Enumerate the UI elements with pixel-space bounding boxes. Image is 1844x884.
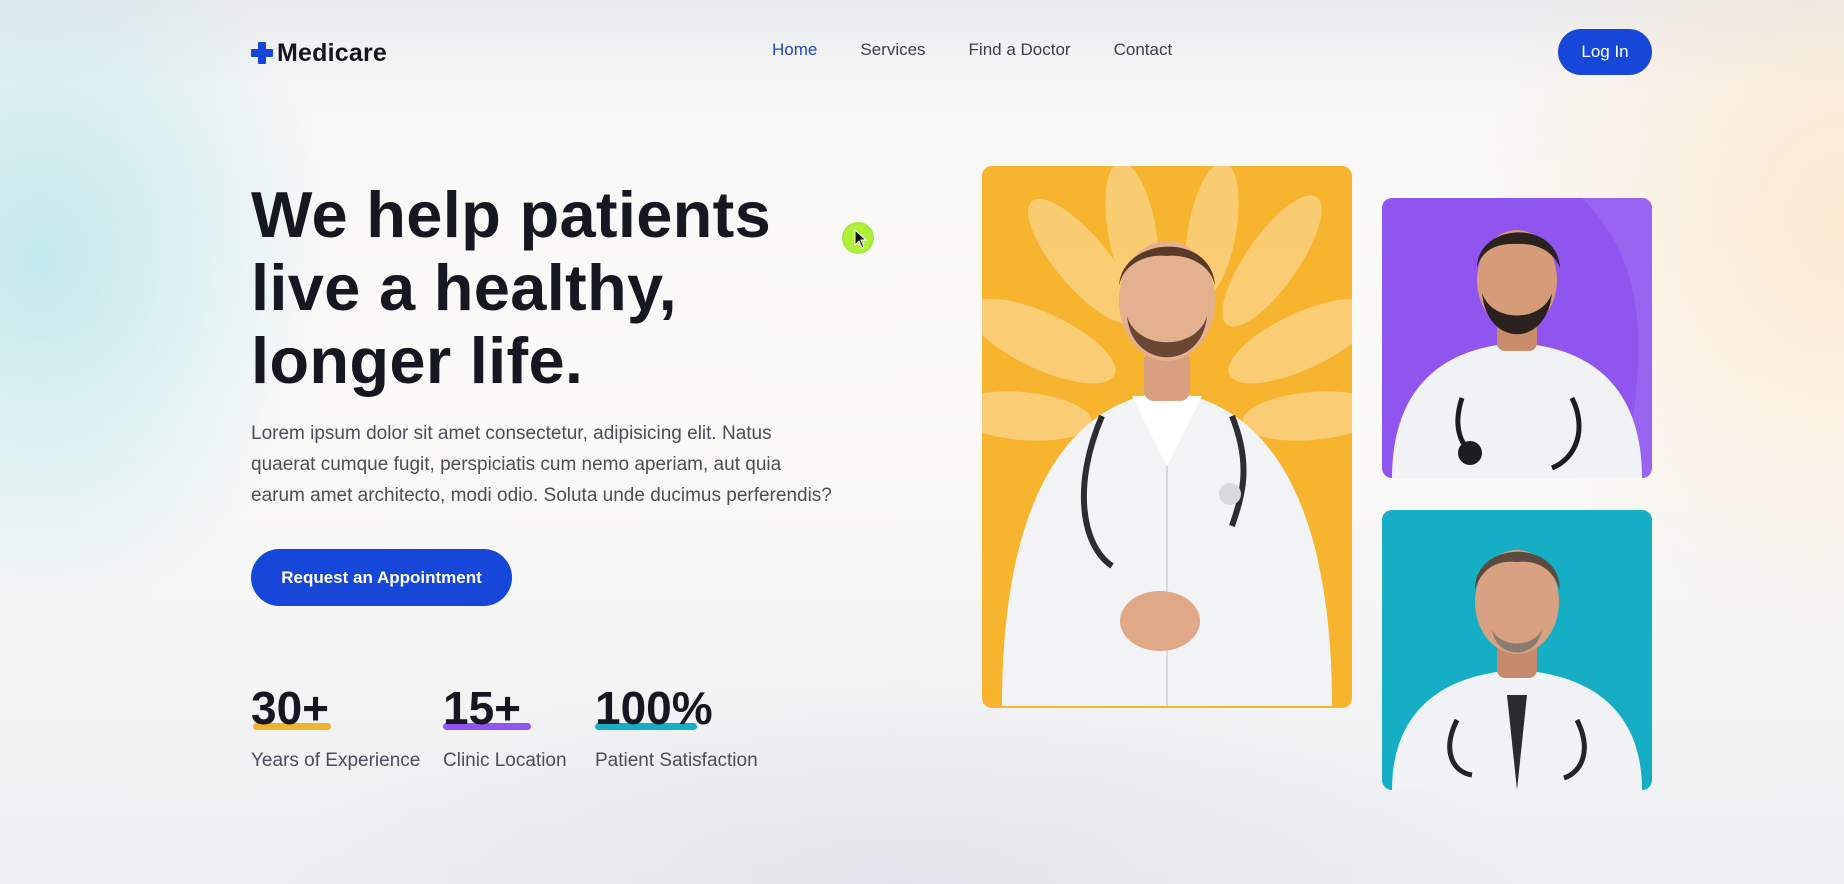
plus-cross-icon: [251, 42, 273, 64]
stat-label: Years of Experience: [251, 750, 421, 771]
stat-number: 15+: [443, 682, 522, 734]
nav-link-find-a-doctor[interactable]: Find a Doctor: [969, 40, 1071, 60]
mouse-cursor-icon: [854, 229, 868, 249]
doctor-illustration: [1392, 198, 1652, 478]
stat-label: Clinic Location: [443, 750, 567, 771]
login-button[interactable]: Log In: [1558, 29, 1652, 75]
doctor-illustration: [1392, 550, 1642, 790]
stat-clinic-location: 15+ Clinic Location: [443, 682, 567, 772]
brand-name: Medicare: [277, 38, 387, 67]
stat-patient-satisfaction: 100% Patient Satisfaction: [595, 682, 758, 772]
doctor-illustration: [982, 166, 1352, 706]
request-appointment-button[interactable]: Request an Appointment: [251, 549, 512, 606]
description-line: quaerat cumque fugit, perspiciatis cum n…: [251, 454, 782, 475]
main-menu: Home Services Find a Doctor Contact: [772, 40, 1172, 60]
stat-number: 30+: [251, 682, 330, 734]
description-line: earum amet architecto, modi odio. Soluta…: [251, 485, 832, 506]
stat-value: 100%: [595, 682, 713, 734]
brand-logo[interactable]: Medicare: [251, 36, 387, 70]
doctor-photo-bottom: [1382, 510, 1652, 790]
nav-link-contact[interactable]: Contact: [1114, 40, 1173, 60]
description-line: Lorem ipsum dolor sit amet consectetur, …: [251, 423, 772, 444]
stat-number: 100%: [595, 682, 713, 734]
stat-value: 15+: [443, 682, 532, 734]
headline-line: longer life.: [251, 324, 584, 397]
stat-label: Patient Satisfaction: [595, 750, 758, 771]
top-navigation: Medicare Home Services Find a Doctor Con…: [0, 0, 1844, 104]
headline-line: We help patients: [251, 178, 772, 251]
stat-value: 30+: [251, 682, 332, 734]
headline-line: live a healthy,: [251, 251, 677, 324]
hero-description: Lorem ipsum dolor sit amet consectetur, …: [251, 418, 841, 511]
doctor-photo-main: [982, 166, 1352, 708]
nav-link-home[interactable]: Home: [772, 40, 817, 60]
hero-headline: We help patients live a healthy, longer …: [251, 178, 891, 397]
stat-years-experience: 30+ Years of Experience: [251, 682, 420, 772]
doctor-photo-top: [1382, 198, 1652, 478]
nav-link-services[interactable]: Services: [860, 40, 925, 60]
